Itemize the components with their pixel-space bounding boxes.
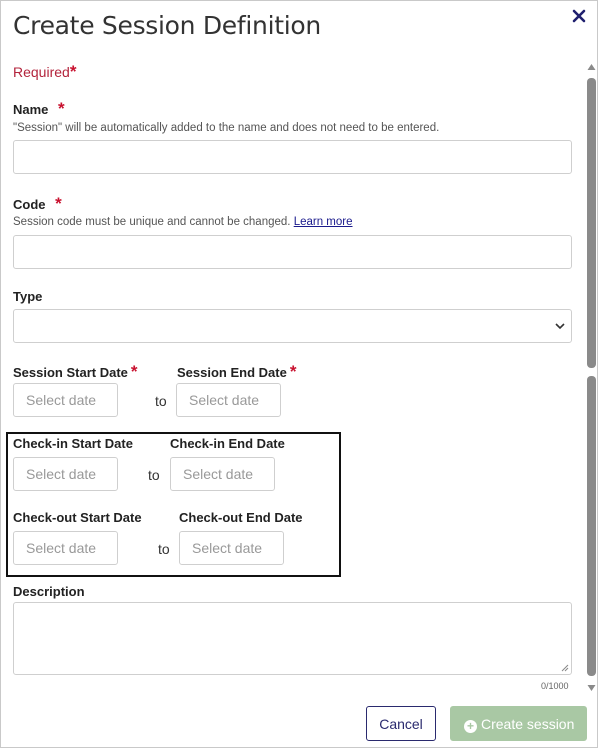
session-start-label-wrap: Session Start Date * <box>13 362 138 382</box>
required-asterisk: * <box>55 194 62 213</box>
name-label-wrap: Name * <box>13 99 65 119</box>
checkout-end-date-input[interactable]: Select date <box>179 531 284 565</box>
scrollbar-thumb-upper[interactable] <box>587 78 596 368</box>
required-asterisk: * <box>130 362 138 381</box>
description-textarea[interactable] <box>13 602 572 675</box>
checkout-start-date-input[interactable]: Select date <box>13 531 118 565</box>
close-icon[interactable] <box>572 9 588 27</box>
required-label: Required <box>13 64 70 80</box>
code-help-text: Session code must be unique and cannot b… <box>13 216 291 228</box>
code-label: Code <box>13 197 46 212</box>
code-help-wrap: Session code must be unique and cannot b… <box>13 216 353 228</box>
required-asterisk: * <box>289 362 297 381</box>
required-asterisk: * <box>58 99 65 118</box>
checkin-end-label: Check-in End Date <box>170 436 285 451</box>
resize-grip-icon[interactable] <box>561 664 569 672</box>
session-start-label: Session Start Date <box>13 365 128 380</box>
description-char-counter: 0/1000 <box>541 681 569 691</box>
learn-more-link[interactable]: Learn more <box>294 216 353 228</box>
scrollbar-thumb-lower[interactable] <box>587 376 596 676</box>
dialog-scrollbar[interactable] <box>585 61 598 694</box>
checkin-end-date-input[interactable]: Select date <box>170 457 275 491</box>
description-label: Description <box>13 584 85 599</box>
create-session-dialog: Create Session Definition Required* Name… <box>0 0 598 748</box>
dialog-title: Create Session Definition <box>13 11 321 40</box>
required-asterisk: * <box>69 62 77 81</box>
scroll-up-icon[interactable] <box>587 63 596 71</box>
checkout-start-label: Check-out Start Date <box>13 510 142 525</box>
name-help-text: "Session" will be automatically added to… <box>13 122 440 134</box>
scroll-down-icon[interactable] <box>587 684 596 692</box>
session-end-label-wrap: Session End Date * <box>177 362 296 382</box>
create-session-label: Create session <box>481 716 575 732</box>
range-separator: to <box>158 541 170 557</box>
name-input[interactable] <box>13 140 572 174</box>
checkout-end-label: Check-out End Date <box>179 510 303 525</box>
required-legend: Required* <box>13 62 76 82</box>
type-select[interactable] <box>13 309 572 343</box>
code-input[interactable] <box>13 235 572 269</box>
name-label: Name <box>13 102 49 117</box>
plus-circle-icon: + <box>464 720 477 733</box>
session-end-date-input[interactable]: Select date <box>176 383 281 417</box>
session-start-date-input[interactable]: Select date <box>13 383 118 417</box>
create-session-button[interactable]: + Create session <box>450 706 587 741</box>
code-label-wrap: Code * <box>13 194 62 214</box>
checkin-start-date-input[interactable]: Select date <box>13 457 118 491</box>
checkin-start-label: Check-in Start Date <box>13 436 133 451</box>
type-label: Type <box>13 289 43 304</box>
range-separator: to <box>148 467 160 483</box>
chevron-down-icon <box>555 323 565 330</box>
session-end-label: Session End Date <box>177 365 287 380</box>
range-separator: to <box>155 393 167 409</box>
cancel-button[interactable]: Cancel <box>366 706 436 741</box>
